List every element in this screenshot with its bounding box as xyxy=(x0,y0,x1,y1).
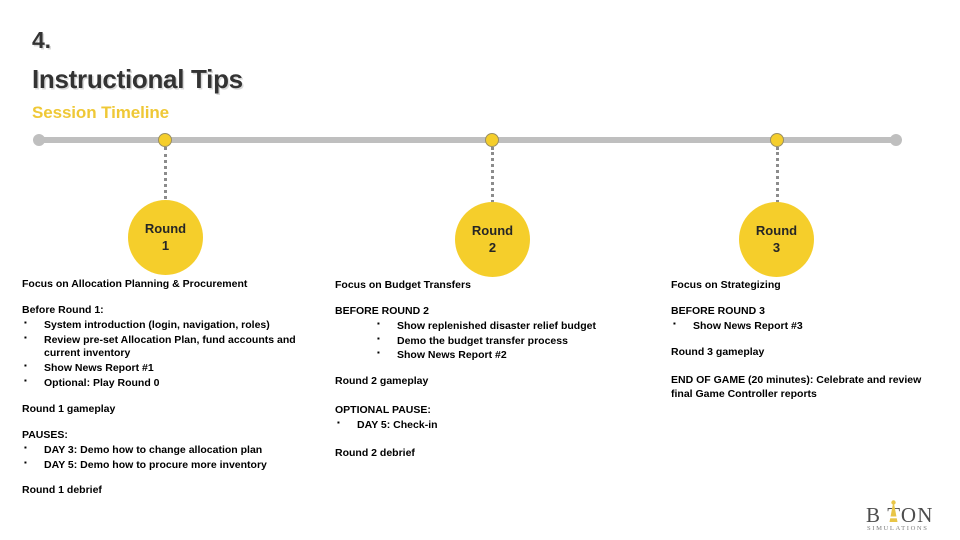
round-3-before-heading: BEFORE ROUND 3 xyxy=(671,304,765,317)
round-2-gameplay: Round 2 gameplay xyxy=(335,375,429,388)
list-item: System introduction (login, navigation, … xyxy=(22,318,322,333)
round-3-focus-block: Focus on Strategizing xyxy=(671,279,933,293)
round-3-end-of-game: END OF GAME (20 minutes): Celebrate and … xyxy=(671,374,922,401)
round-1-focus: Focus on Allocation Planning & Procureme… xyxy=(22,278,248,290)
round-1-pauses-list: DAY 3: Demo how to change allocation pla… xyxy=(22,443,322,473)
round-2-pauses-heading: OPTIONAL PAUSE: xyxy=(335,404,431,417)
timeline-stem-round-2 xyxy=(491,147,494,203)
round-3-gameplay-block: Round 3 gameplay xyxy=(671,346,933,360)
round-marker-3-line2: 3 xyxy=(772,239,781,255)
round-3-focus: Focus on Strategizing xyxy=(671,279,781,291)
round-1-before-block: Before Round 1: System introduction (log… xyxy=(22,304,322,391)
round-marker-1[interactable]: Round 1 xyxy=(128,200,203,275)
page-subtitle: Session Timeline xyxy=(32,103,169,122)
round-1-debrief: Round 1 debrief xyxy=(22,484,102,497)
round-3-before-list: Show News Report #3 xyxy=(671,319,933,334)
round-2-before-block: BEFORE ROUND 2 Show replenished disaster… xyxy=(335,305,640,363)
list-item: Show News Report #1 xyxy=(22,361,322,376)
round-marker-2[interactable]: Round 2 xyxy=(455,202,530,277)
baton-mark-icon xyxy=(889,500,898,522)
round-1-debrief-block: Round 1 debrief xyxy=(22,484,322,498)
list-item: Demo the budget transfer process xyxy=(335,334,640,349)
round-marker-1-line1: Round xyxy=(144,221,187,237)
logo-tagline: SIMULATIONS xyxy=(867,525,929,532)
list-item: DAY 5: Demo how to procure more inventor… xyxy=(22,458,322,473)
round-2-focus: Focus on Budget Transfers xyxy=(335,279,471,291)
page-title: Instructional Tips xyxy=(32,64,243,94)
slide-canvas: 4. Instructional Tips Session Timeline R… xyxy=(0,0,960,540)
column-round-3: Focus on Strategizing BEFORE ROUND 3 Sho… xyxy=(671,279,933,402)
round-2-debrief: Round 2 debrief xyxy=(335,446,415,459)
timeline-node-round-1[interactable] xyxy=(158,133,172,147)
round-3-before-block: BEFORE ROUND 3 Show News Report #3 xyxy=(671,305,933,334)
timeline-end-dot xyxy=(890,134,902,146)
round-1-pauses-heading: PAUSES: xyxy=(22,428,68,441)
round-1-gameplay: Round 1 gameplay xyxy=(22,403,116,416)
list-item: Show News Report #2 xyxy=(335,348,640,363)
round-marker-2-line2: 2 xyxy=(488,239,497,255)
round-1-before-heading: Before Round 1: xyxy=(22,303,104,316)
round-1-gameplay-block: Round 1 gameplay xyxy=(22,403,322,417)
column-round-1: Focus on Allocation Planning & Procureme… xyxy=(22,278,322,498)
baton-simulations-logo: B TON SIMULATIONS xyxy=(866,500,950,536)
round-2-before-heading: BEFORE ROUND 2 xyxy=(335,304,429,317)
round-marker-3[interactable]: Round 3 xyxy=(739,202,814,277)
list-item: DAY 3: Demo how to change allocation pla… xyxy=(22,443,322,458)
round-2-gameplay-block: Round 2 gameplay xyxy=(335,375,640,389)
round-marker-3-line1: Round xyxy=(755,223,798,239)
round-2-debrief-block: Round 2 debrief xyxy=(335,447,640,461)
timeline-node-round-3[interactable] xyxy=(770,133,784,147)
timeline-stem-round-3 xyxy=(776,147,779,203)
round-marker-2-line1: Round xyxy=(471,223,514,239)
round-2-focus-block: Focus on Budget Transfers xyxy=(335,279,640,293)
round-2-before-list: Show replenished disaster relief budget … xyxy=(335,319,640,364)
round-2-pauses-list: DAY 5: Check-in xyxy=(335,418,640,433)
round-1-focus-block: Focus on Allocation Planning & Procureme… xyxy=(22,278,322,292)
round-2-pauses-block: OPTIONAL PAUSE: DAY 5: Check-in xyxy=(335,404,640,433)
timeline-start-dot xyxy=(33,134,45,146)
round-3-end-block: END OF GAME (20 minutes): Celebrate and … xyxy=(671,374,933,402)
timeline-node-round-2[interactable] xyxy=(485,133,499,147)
round-marker-1-line2: 1 xyxy=(161,237,170,253)
list-item: Optional: Play Round 0 xyxy=(22,376,322,391)
round-1-pauses-block: PAUSES: DAY 3: Demo how to change alloca… xyxy=(22,429,322,473)
column-round-2: Focus on Budget Transfers BEFORE ROUND 2… xyxy=(335,279,640,461)
list-item: DAY 5: Check-in xyxy=(335,418,640,433)
list-item: Show replenished disaster relief budget xyxy=(335,319,640,334)
round-3-gameplay: Round 3 gameplay xyxy=(671,345,765,358)
page-number: 4. xyxy=(32,27,51,53)
list-item: Review pre-set Allocation Plan, fund acc… xyxy=(22,333,322,362)
list-item: Show News Report #3 xyxy=(671,319,933,334)
round-1-before-list: System introduction (login, navigation, … xyxy=(22,318,322,391)
timeline-stem-round-1 xyxy=(164,147,167,205)
